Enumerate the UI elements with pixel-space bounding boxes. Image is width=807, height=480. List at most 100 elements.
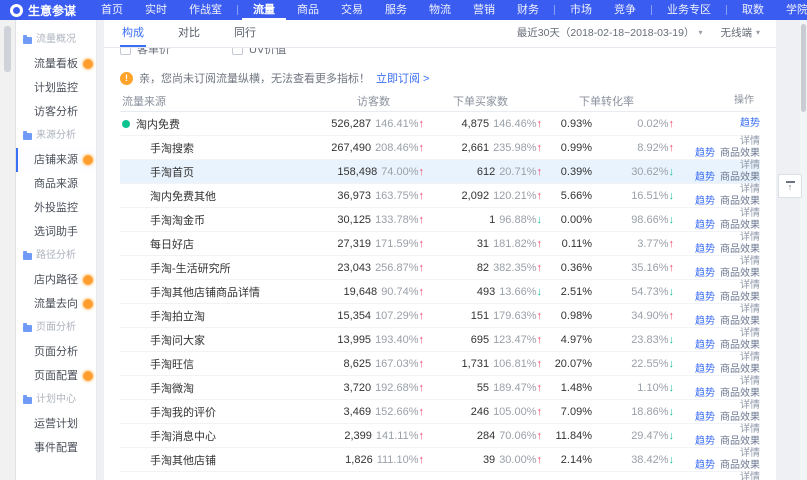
trend-link[interactable]: 趋势 <box>695 268 715 279</box>
sidebar-item[interactable]: 外投监控 <box>16 196 96 220</box>
product-effect-link[interactable]: 商品效果 <box>720 316 760 327</box>
nav-item[interactable]: 取数 <box>731 0 775 20</box>
source-name: 手淘旺信 <box>150 356 194 372</box>
sidebar-item[interactable]: 计划监控 <box>16 76 96 100</box>
detail-link[interactable]: 详情 <box>740 280 760 291</box>
nav-item[interactable]: 作战室 <box>178 0 233 20</box>
detail-link[interactable]: 详情 <box>740 472 760 480</box>
nav-item[interactable]: 业务专区 <box>656 0 722 20</box>
sidebar-item[interactable]: 访客分析 <box>16 100 96 124</box>
trend-link[interactable]: 趋势 <box>695 412 715 423</box>
product-effect-link[interactable]: 商品效果 <box>720 292 760 303</box>
nav-item[interactable]: 物流 <box>418 0 462 20</box>
nav-item[interactable]: 学院 <box>775 0 807 20</box>
detail-link[interactable]: 详情 <box>740 424 760 435</box>
sidebar-item[interactable]: 流量看板 <box>16 52 96 76</box>
trend-link[interactable]: 趋势 <box>695 244 715 255</box>
trend-link[interactable]: 趋势 <box>695 460 715 471</box>
trend-link[interactable]: 趋势 <box>695 148 715 159</box>
buyers-change: 70.06% <box>499 430 536 442</box>
sidebar-item[interactable]: 运营计划 <box>16 412 96 436</box>
detail-link[interactable]: 详情 <box>740 376 760 387</box>
nav-item[interactable]: 营销 <box>462 0 506 20</box>
nav-item[interactable]: 实时 <box>134 0 178 20</box>
visitors-change: 111.10% <box>377 454 419 466</box>
trend-link[interactable]: 趋势 <box>695 292 715 303</box>
trend-link[interactable]: 趋势 <box>695 340 715 351</box>
nav-item[interactable]: 市场 <box>559 0 603 20</box>
detail-link[interactable]: 详情 <box>740 304 760 315</box>
nav-item[interactable]: 服务 <box>374 0 418 20</box>
tab[interactable]: 对比 <box>176 20 202 47</box>
app-brand[interactable]: 生意参谋 <box>0 2 90 19</box>
sidebar-item[interactable]: 事件配置 <box>16 436 96 460</box>
tab[interactable]: 同行 <box>232 20 258 47</box>
date-range-select[interactable]: 最近30天（2018-02-18~2018-03-19） ▾ <box>517 25 703 40</box>
action-links: 详情趋势商品效果 <box>674 400 760 423</box>
nav-item[interactable]: 竞争 <box>603 0 647 20</box>
left-scrollbar-thumb[interactable] <box>4 26 11 72</box>
subscribe-link[interactable]: 立即订阅 > <box>376 70 429 86</box>
sidebar-item[interactable]: 商品来源 <box>16 172 96 196</box>
detail-link[interactable]: 详情 <box>740 136 760 147</box>
sidebar-item[interactable]: 选词助手 <box>16 220 96 244</box>
nav-item[interactable]: 首页 <box>90 0 134 20</box>
detail-link[interactable]: 详情 <box>740 352 760 363</box>
detail-link[interactable]: 详情 <box>740 328 760 339</box>
sidebar-item[interactable]: 店内路径 <box>16 268 96 292</box>
back-to-top-button[interactable]: ↑ <box>778 174 802 198</box>
buyers-cell: 49313.66%↓ <box>424 286 542 298</box>
product-effect-link[interactable]: 商品效果 <box>720 436 760 447</box>
sidebar-item[interactable]: 流量去向 <box>16 292 96 316</box>
source-name-cell: 手淘我的评价 <box>120 404 296 420</box>
trend-link[interactable]: 趋势 <box>695 220 715 231</box>
metric-checkbox[interactable]: UV价值 <box>232 48 286 57</box>
terminal-select[interactable]: 无线端 ▾ <box>720 25 760 40</box>
nav-item[interactable]: 流量 <box>242 0 286 20</box>
buyers-value: 1 <box>489 214 495 226</box>
trend-link[interactable]: 趋势 <box>695 172 715 183</box>
product-effect-link[interactable]: 商品效果 <box>720 148 760 159</box>
product-effect-link[interactable]: 商品效果 <box>720 388 760 399</box>
metric-checkbox-row: 客单价 UV价值 <box>104 48 776 62</box>
detail-link[interactable]: 详情 <box>740 448 760 459</box>
date-range-label: 最近30天（2018-02-18~2018-03-19） <box>517 25 695 40</box>
tab[interactable]: 构成 <box>120 20 146 47</box>
product-effect-link[interactable]: 商品效果 <box>720 364 760 375</box>
product-effect-link[interactable]: 商品效果 <box>720 220 760 231</box>
nav-item[interactable]: 商品 <box>286 0 330 20</box>
sidebar-item[interactable]: 页面配置 <box>16 364 96 388</box>
product-effect-link[interactable]: 商品效果 <box>720 412 760 423</box>
visitors-value: 3,720 <box>344 382 372 394</box>
detail-link[interactable]: 详情 <box>740 184 760 195</box>
buyers-change: 179.63% <box>493 310 536 322</box>
sidebar-item[interactable]: 页面分析 <box>16 340 96 364</box>
trend-link[interactable]: 趋势 <box>695 388 715 399</box>
nav-item[interactable]: 交易 <box>330 0 374 20</box>
product-effect-link[interactable]: 商品效果 <box>720 340 760 351</box>
conversion-value: 0.99% <box>542 142 592 154</box>
buyers-change: 235.98% <box>493 142 536 154</box>
source-name-cell: 手淘旺信 <box>120 356 296 372</box>
sidebar-item[interactable]: 店铺来源 <box>16 148 96 172</box>
trend-link[interactable]: 趋势 <box>695 436 715 447</box>
nav-item[interactable]: 财务 <box>506 0 550 20</box>
notification-dot-icon <box>83 299 93 309</box>
detail-link[interactable]: 详情 <box>740 160 760 171</box>
product-effect-link[interactable]: 商品效果 <box>720 196 760 207</box>
detail-link[interactable]: 详情 <box>740 208 760 219</box>
trend-link[interactable]: 趋势 <box>740 118 760 129</box>
trend-link[interactable]: 趋势 <box>695 196 715 207</box>
product-effect-link[interactable]: 商品效果 <box>720 172 760 183</box>
trend-link[interactable]: 趋势 <box>695 316 715 327</box>
scrollbar-thumb[interactable] <box>801 24 806 112</box>
detail-link[interactable]: 详情 <box>740 256 760 267</box>
detail-link[interactable]: 详情 <box>740 232 760 243</box>
product-effect-link[interactable]: 商品效果 <box>720 460 760 471</box>
trend-link[interactable]: 趋势 <box>695 364 715 375</box>
product-effect-link[interactable]: 商品效果 <box>720 244 760 255</box>
metric-checkbox[interactable]: 客单价 <box>120 48 170 57</box>
detail-link[interactable]: 详情 <box>740 400 760 411</box>
conversion-change: 1.10%↓ <box>592 382 674 394</box>
product-effect-link[interactable]: 商品效果 <box>720 268 760 279</box>
